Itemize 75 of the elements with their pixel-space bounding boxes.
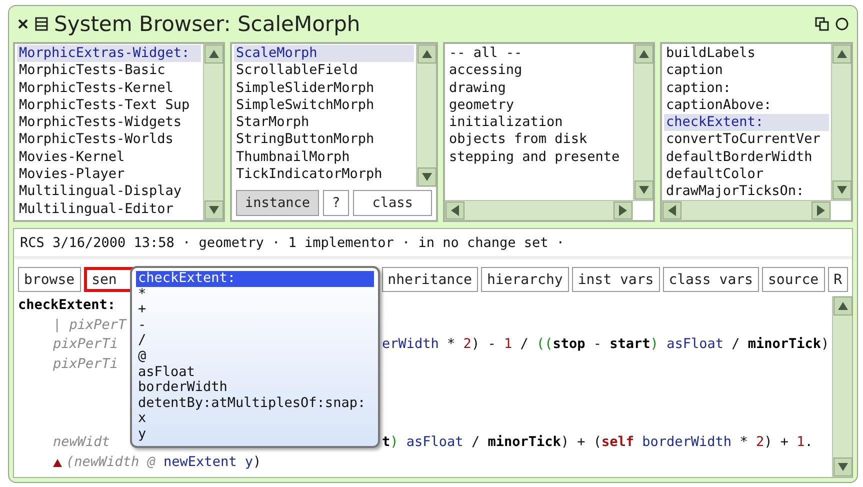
list-item[interactable]: MorphicTests-Widgets <box>17 114 201 132</box>
code-text: | pixPerT <box>53 316 126 335</box>
browser-button[interactable]: nheritance <box>382 267 478 292</box>
code-text: pixPerTi <box>53 335 118 354</box>
vertical-scrollbar[interactable] <box>832 296 852 477</box>
code-text: (newWidth @ newExtent y) <box>66 452 262 472</box>
list-item[interactable]: MorphicTests-Text Sup <box>17 96 201 114</box>
list-item[interactable]: caption <box>664 62 829 80</box>
toggle-button[interactable]: ? <box>323 190 350 216</box>
list-item[interactable]: Movies-Kernel <box>17 148 201 166</box>
list-item[interactable]: captionAbove: <box>664 96 829 114</box>
toggle-button[interactable]: class <box>353 190 432 216</box>
horizontal-scrollbar[interactable] <box>445 201 633 220</box>
list-item[interactable]: checkExtent: <box>664 114 829 132</box>
browser-button[interactable]: browse <box>18 267 81 292</box>
list-item[interactable]: StringButtonMorph <box>234 131 414 149</box>
list-item[interactable]: buildLabels <box>664 45 829 62</box>
menu-item[interactable]: / <box>136 333 374 349</box>
list-item[interactable]: MorphicTests-Kernel <box>17 80 201 97</box>
code-text: erWidth * 2) - 1 / ((stop - start) asFloat / minorTick). <box>382 335 832 354</box>
toggle-button[interactable]: instance <box>236 190 320 216</box>
list-item[interactable]: MorphicTests-Basic <box>17 62 201 80</box>
code-text: newWidt <box>53 433 110 452</box>
vertical-scrollbar[interactable] <box>633 44 653 200</box>
code-text: checkExtent: <box>18 296 116 315</box>
list-item[interactable]: convertToCurrentVer <box>664 131 829 149</box>
list-item[interactable]: accessing <box>447 62 631 80</box>
list-item[interactable]: ThumbnailMorph <box>234 148 414 166</box>
menu-item[interactable]: x <box>136 411 374 427</box>
menu-item[interactable]: + <box>136 302 374 318</box>
menu-item[interactable]: asFloat <box>136 364 374 380</box>
list-item[interactable]: Movies-Player <box>17 166 201 184</box>
list-item[interactable]: drawing <box>447 80 631 97</box>
list-item[interactable]: MorphicTests-Worlds <box>17 131 201 149</box>
list-item[interactable]: Multilingual-Display <box>17 183 201 201</box>
code-text: pixPerTi <box>53 354 118 374</box>
list-item[interactable]: caption: <box>664 80 829 97</box>
menu-item[interactable]: y <box>136 426 374 443</box>
menu-item[interactable]: detentBy:atMultiplesOf:snap: <box>136 396 374 412</box>
list-item[interactable]: TickIndicatorMorph <box>234 166 414 184</box>
close-icon[interactable] <box>17 18 29 30</box>
list-item[interactable]: MorphicExtras-Widget: <box>17 45 201 62</box>
status-line: RCS 3/16/2000 13:58 · geometry · 1 implementor · in no change set · <box>14 229 852 259</box>
vertical-scrollbar[interactable] <box>416 44 436 187</box>
list-item[interactable]: defaultBorderWidth <box>664 148 829 166</box>
list-item[interactable]: SimpleSwitchMorph <box>234 96 414 114</box>
menu-item[interactable]: - <box>136 318 374 334</box>
list-item[interactable]: Multilingual-Editor <box>17 200 201 218</box>
expand-icon[interactable] <box>835 17 849 31</box>
browser-button[interactable]: R <box>828 267 848 292</box>
list-item[interactable]: StarMorph <box>234 114 414 132</box>
vertical-scrollbar[interactable] <box>203 44 223 220</box>
list-item[interactable]: drawMajorTicksOn: <box>664 183 829 200</box>
collapse-icon[interactable] <box>815 17 829 31</box>
horizontal-scrollbar[interactable] <box>662 201 831 220</box>
list-item[interactable]: defaultColor <box>664 166 829 184</box>
list-item[interactable]: ScaleMorph <box>234 45 414 62</box>
browser-button[interactable]: inst vars <box>572 267 660 292</box>
list-item[interactable]: SimpleSliderMorph <box>234 80 414 97</box>
menu-icon[interactable] <box>35 17 48 31</box>
browser-button[interactable]: class vars <box>662 267 759 292</box>
list-item[interactable]: geometry <box>447 96 631 114</box>
menu-item[interactable]: checkExtent: <box>136 271 374 287</box>
list-item[interactable]: ScrollableField <box>234 62 414 80</box>
list-item[interactable]: stepping and presente <box>447 148 631 166</box>
browser-button[interactable]: source <box>762 267 825 292</box>
vertical-scrollbar[interactable] <box>831 44 851 200</box>
browser-button[interactable]: hierarchy <box>480 267 569 292</box>
code-text: t) asFloat / minorTick) + (self borderWidth * 2) + 1. <box>382 433 813 452</box>
list-item[interactable]: initialization <box>447 114 631 132</box>
window-title: System Browser: ScaleMorph <box>54 12 362 36</box>
list-item[interactable]: -- all -- <box>447 45 631 62</box>
menu-item[interactable]: @ <box>136 348 374 365</box>
list-item[interactable]: objects from disk <box>447 131 631 149</box>
menu-item[interactable]: borderWidth <box>136 380 374 396</box>
